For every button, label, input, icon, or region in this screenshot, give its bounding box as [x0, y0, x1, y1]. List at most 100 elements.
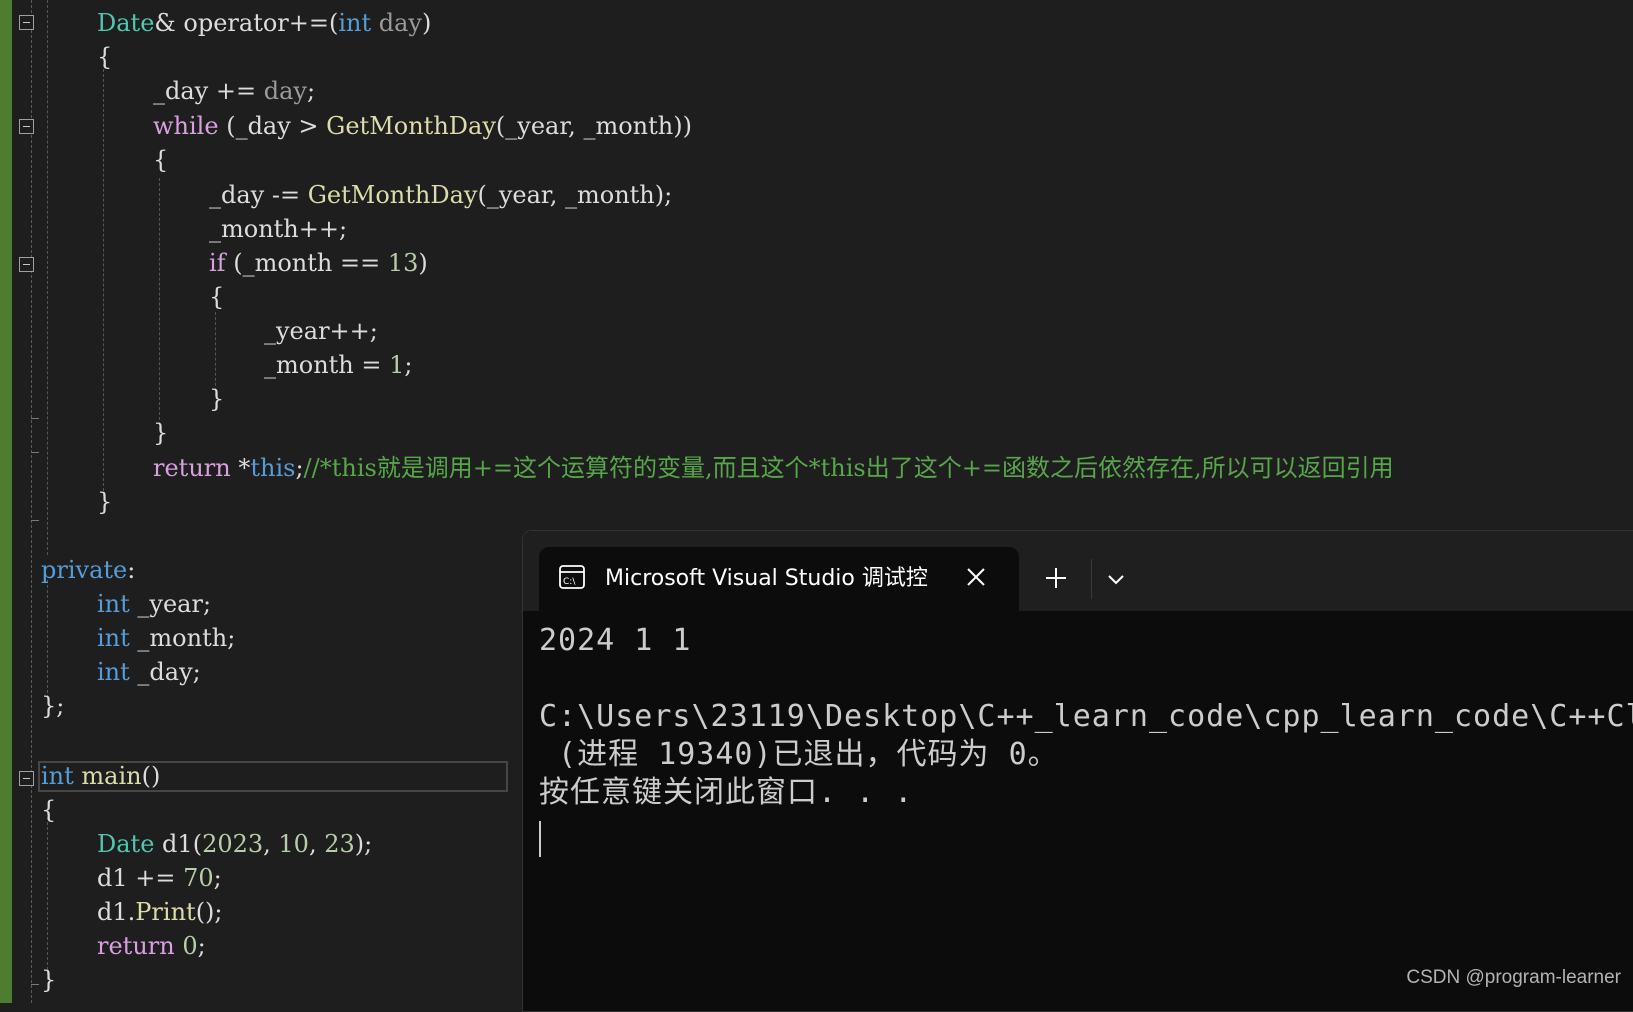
code-line-5[interactable]: { — [153, 143, 168, 177]
token: , — [549, 181, 565, 209]
token: _day — [129, 658, 193, 686]
token: _month — [209, 215, 299, 243]
token: d1 — [162, 830, 193, 858]
collapse-operator-icon[interactable] — [19, 15, 34, 30]
collapse-main-icon[interactable] — [19, 771, 34, 786]
token: _year — [264, 317, 330, 345]
code-line-16[interactable]: private: — [41, 553, 135, 587]
token: int — [41, 762, 74, 790]
token: ; — [306, 77, 316, 105]
code-line-3[interactable]: _day += day; — [153, 74, 315, 108]
indent-guide — [47, 580, 49, 698]
token: 23 — [324, 830, 355, 858]
token: _month — [583, 112, 674, 140]
chevron-down-icon[interactable] — [1103, 567, 1129, 593]
token: (); — [195, 898, 223, 926]
token: : — [127, 556, 136, 584]
token: day — [263, 77, 307, 105]
token: int — [97, 590, 130, 618]
token: int — [338, 9, 372, 37]
token: ; — [404, 351, 413, 379]
terminal-output-line: 按任意键关闭此窗口. . . — [539, 775, 914, 810]
token: ; — [213, 864, 222, 892]
token: ++; — [298, 215, 348, 243]
collapse-if-icon[interactable] — [19, 257, 34, 272]
code-line-9[interactable]: { — [209, 280, 224, 314]
code-line-4[interactable]: while (_day > GetMonthDay(_year, _month)… — [153, 109, 692, 143]
token: GetMonthDay — [307, 181, 478, 209]
token: _month — [129, 624, 228, 652]
token: _day — [235, 112, 291, 140]
code-line-13[interactable]: } — [153, 416, 168, 450]
code-line-1[interactable]: Date& operator+=(int day) — [97, 6, 431, 40]
token: , — [263, 830, 279, 858]
code-line-2[interactable]: { — [97, 40, 112, 74]
token: ) — [418, 249, 428, 277]
code-line-25[interactable]: d1.Print(); — [97, 895, 223, 929]
code-line-7[interactable]: _month++; — [209, 212, 347, 246]
token: int — [97, 658, 130, 686]
token: * — [230, 454, 251, 482]
token: ; — [192, 658, 201, 686]
code-line-15[interactable]: } — [97, 485, 112, 519]
plus-icon[interactable] — [1043, 565, 1069, 591]
code-line-24[interactable]: d1 += 70; — [97, 861, 222, 895]
token: 2023 — [202, 830, 264, 858]
token: _month — [242, 249, 333, 277]
code-line-27[interactable]: } — [41, 963, 56, 997]
token: GetMonthDay — [326, 112, 496, 140]
token: if — [209, 249, 226, 277]
token: ( — [495, 112, 506, 140]
code-line-22[interactable]: { — [41, 793, 56, 827]
token: ( — [218, 112, 236, 140]
code-line-10[interactable]: _year++; — [264, 314, 378, 348]
token: 13 — [387, 249, 419, 277]
token: Date — [97, 9, 155, 37]
indent-guide — [47, 812, 49, 980]
token: ++; — [329, 317, 378, 345]
terminal-output-line: C:\Users\23119\Desktop\C++_learn_code\cp… — [539, 699, 1633, 734]
token: _day — [153, 77, 209, 105]
code-line-14[interactable]: return *this;//*this就是调用+=这个运算符的变量,而且这个*… — [153, 451, 1394, 485]
token: ( — [225, 249, 243, 277]
code-line-18[interactable]: int _month; — [97, 621, 235, 655]
token: () — [141, 762, 161, 790]
terminal-tab[interactable]: C:\ Microsoft Visual Studio 调试控 — [539, 547, 1019, 611]
code-line-26[interactable]: return 0; — [97, 929, 206, 963]
outlining-line — [31, 0, 33, 1003]
debug-console-window[interactable]: C:\ Microsoft Visual Studio 调试控 2024 1 1… — [522, 530, 1633, 1012]
token: , — [308, 830, 325, 858]
token: 70 — [183, 864, 214, 892]
code-line-8[interactable]: if (_month == 13) — [209, 246, 428, 280]
watermark: CSDN @program-learner — [1406, 967, 1621, 988]
text-cursor — [539, 821, 541, 857]
token: ( — [477, 181, 487, 209]
token: main — [81, 762, 142, 790]
terminal-tab-bar: C:\ Microsoft Visual Studio 调试控 — [523, 531, 1633, 611]
code-line-17[interactable]: int _year; — [97, 587, 211, 621]
code-line-21[interactable]: int main() — [41, 759, 160, 793]
token: _month — [264, 351, 354, 379]
close-icon[interactable] — [963, 564, 989, 590]
token: return — [153, 454, 231, 482]
collapse-while-icon[interactable] — [19, 119, 34, 134]
fold-end-marker — [31, 452, 39, 453]
token: ); — [654, 181, 673, 209]
code-line-19[interactable]: int _day; — [97, 655, 201, 689]
code-line-6[interactable]: _day -= GetMonthDay(_year, _month); — [209, 178, 672, 212]
code-line-20[interactable]: }; — [41, 689, 64, 723]
indent-guide — [159, 178, 161, 430]
token: Date — [97, 830, 155, 858]
code-line-12[interactable]: } — [209, 382, 224, 416]
code-comment: //*this就是调用+=这个运算符的变量,而且这个*this出了这个+=函数之… — [303, 454, 1394, 482]
code-line-23[interactable]: Date d1(2023, 10, 23); — [97, 827, 372, 861]
code-line-11[interactable]: _month = 1; — [264, 348, 413, 382]
token: _day — [209, 181, 265, 209]
token: 1 — [389, 351, 405, 379]
console-app-icon: C:\ — [559, 565, 585, 589]
fold-end-marker — [31, 984, 39, 985]
terminal-output-line: (进程 19340)已退出，代码为 0。 — [539, 737, 1059, 772]
terminal-tab-title: Microsoft Visual Studio 调试控 — [605, 566, 928, 591]
token: & operator+=( — [154, 9, 339, 37]
